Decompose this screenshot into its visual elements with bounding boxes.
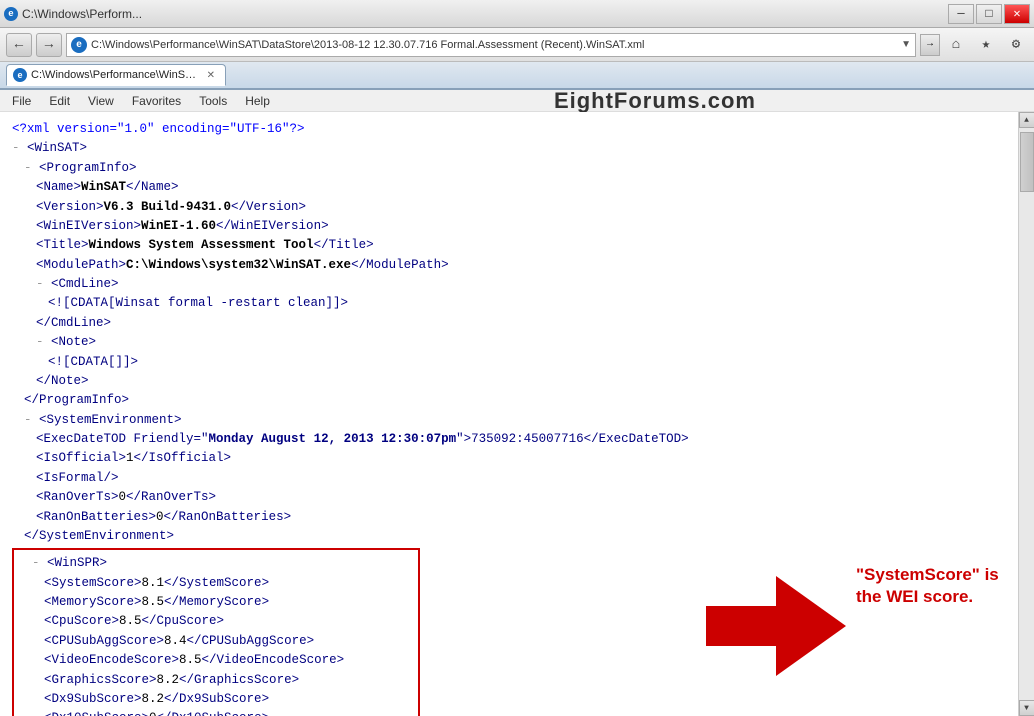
maximize-button[interactable]: □ bbox=[976, 4, 1002, 24]
menu-edit[interactable]: Edit bbox=[41, 92, 78, 110]
menu-bar: File Edit View Favorites Tools Help Eigh… bbox=[0, 90, 1034, 112]
tab-label: C:\Windows\Performance\WinSAT\DataStore\… bbox=[31, 69, 201, 81]
address-text: C:\Windows\Performance\WinSAT\DataStore\… bbox=[91, 39, 897, 51]
xml-isformal: <IsFormal/> bbox=[12, 469, 1006, 488]
scroll-down-button[interactable]: ▼ bbox=[1019, 700, 1034, 716]
titlebar: e C:\Windows\Perform... ─ □ ✕ bbox=[0, 0, 1034, 28]
xml-sysenv-open: - <SystemEnvironment> bbox=[12, 411, 1006, 430]
window-title: C:\Windows\Perform... bbox=[22, 7, 142, 21]
annotation-container: "SystemScore" is the WEI score. bbox=[686, 556, 1006, 716]
menu-file[interactable]: File bbox=[4, 92, 39, 110]
xml-programinfo-close: </ProgramInfo> bbox=[12, 391, 1006, 410]
xml-version: <Version>V6.3 Build-9431.0</Version> bbox=[12, 198, 1006, 217]
close-button[interactable]: ✕ bbox=[1004, 4, 1030, 24]
xml-sysenv-close: </SystemEnvironment> bbox=[12, 527, 1006, 546]
home-icon[interactable]: ⌂ bbox=[944, 33, 968, 57]
xml-cpuscore: <CpuScore>8.5</CpuScore> bbox=[20, 612, 412, 631]
xml-name: <Name>WinSAT</Name> bbox=[12, 178, 1006, 197]
address-go-button[interactable]: → bbox=[920, 34, 940, 56]
xml-cmdline-open: - <CmdLine> bbox=[12, 275, 1006, 294]
content-wrapper: <?xml version="1.0" encoding="UTF-16"?> … bbox=[0, 112, 1034, 716]
xml-memoryscore: <MemoryScore>8.5</MemoryScore> bbox=[20, 593, 412, 612]
menu-tools[interactable]: Tools bbox=[191, 92, 235, 110]
toolbar-icons: ⌂ ★ ⚙ bbox=[944, 33, 1028, 57]
favorites-icon[interactable]: ★ bbox=[974, 33, 998, 57]
xml-modulepath: <ModulePath>C:\Windows\system32\WinSAT.e… bbox=[12, 256, 1006, 275]
tab-favicon: e bbox=[13, 68, 27, 82]
xml-dx10subscore: <Dx10SubScore>0</Dx10SubScore> bbox=[20, 709, 412, 716]
xml-execdatetod: <ExecDateTOD Friendly="Monday August 12,… bbox=[12, 430, 1006, 449]
window-controls: ─ □ ✕ bbox=[948, 4, 1030, 24]
xml-note-close: </Note> bbox=[12, 372, 1006, 391]
xml-programinfo-open: - <ProgramInfo> bbox=[12, 159, 1006, 178]
xml-cpusubaggscore: <CPUSubAggScore>8.4</CPUSubAggScore> bbox=[20, 632, 412, 651]
xml-title: <Title>Windows System Assessment Tool</T… bbox=[12, 236, 1006, 255]
xml-winsat-open: - <WinSAT> bbox=[12, 139, 1006, 158]
xml-declaration: <?xml version="1.0" encoding="UTF-16"?> bbox=[12, 120, 1006, 139]
menu-view[interactable]: View bbox=[80, 92, 122, 110]
titlebar-left: e C:\Windows\Perform... bbox=[4, 7, 142, 21]
nav-bar: ← → e C:\Windows\Performance\WinSAT\Data… bbox=[0, 28, 1034, 62]
tab-0[interactable]: e C:\Windows\Performance\WinSAT\DataStor… bbox=[6, 64, 226, 86]
winspr-box: - <WinSPR> <SystemScore>8.1</SystemScore… bbox=[12, 548, 420, 716]
xml-cdata-note: <![CDATA[]]> bbox=[12, 353, 1006, 372]
settings-icon[interactable]: ⚙ bbox=[1004, 33, 1028, 57]
xml-cdata-cmdline: <![CDATA[Winsat formal -restart clean]]> bbox=[12, 294, 1006, 313]
content-area[interactable]: <?xml version="1.0" encoding="UTF-16"?> … bbox=[0, 112, 1018, 716]
xml-dx9subscore: <Dx9SubScore>8.2</Dx9SubScore> bbox=[20, 690, 412, 709]
scrollbar[interactable]: ▲ ▼ bbox=[1018, 112, 1034, 716]
winspr-content: - <WinSPR> <SystemScore>8.1</SystemScore… bbox=[12, 546, 666, 716]
address-favicon: e bbox=[71, 37, 87, 53]
site-title: EightForums.com bbox=[280, 88, 1030, 114]
xml-cmdline-close: </CmdLine> bbox=[12, 314, 1006, 333]
tab-strip: e C:\Windows\Performance\WinSAT\DataStor… bbox=[0, 62, 1034, 90]
xml-ranoverts: <RanOverTs>0</RanOverTs> bbox=[12, 488, 1006, 507]
xml-note-open: - <Note> bbox=[12, 333, 1006, 352]
xml-ranonbatteries: <RanOnBatteries>0</RanOnBatteries> bbox=[12, 508, 1006, 527]
xml-videoencodescore: <VideoEncodeScore>8.5</VideoEncodeScore> bbox=[20, 651, 412, 670]
winspr-section: - <WinSPR> <SystemScore>8.1</SystemScore… bbox=[12, 546, 1006, 716]
forward-button[interactable]: → bbox=[36, 33, 62, 57]
window-icon: e bbox=[4, 7, 18, 21]
tab-close-button[interactable]: ✕ bbox=[207, 70, 215, 81]
xml-systemscore: <SystemScore>8.1</SystemScore> bbox=[20, 574, 412, 593]
xml-wineiversion: <WinEIVersion>WinEI-1.60</WinEIVersion> bbox=[12, 217, 1006, 236]
address-dropdown-icon[interactable]: ▼ bbox=[901, 39, 911, 50]
menu-help[interactable]: Help bbox=[237, 92, 278, 110]
back-button[interactable]: ← bbox=[6, 33, 32, 57]
minimize-button[interactable]: ─ bbox=[948, 4, 974, 24]
xml-graphicsscore: <GraphicsScore>8.2</GraphicsScore> bbox=[20, 671, 412, 690]
annotation-text: "SystemScore" is the WEI score. bbox=[856, 564, 1006, 608]
address-bar[interactable]: e C:\Windows\Performance\WinSAT\DataStor… bbox=[66, 33, 916, 57]
scroll-up-button[interactable]: ▲ bbox=[1019, 112, 1034, 128]
menu-favorites[interactable]: Favorites bbox=[124, 92, 189, 110]
xml-isofficial: <IsOfficial>1</IsOfficial> bbox=[12, 449, 1006, 468]
scroll-thumb[interactable] bbox=[1020, 132, 1034, 192]
xml-winspr-open: - <WinSPR> bbox=[20, 554, 412, 573]
scroll-track bbox=[1019, 128, 1034, 700]
